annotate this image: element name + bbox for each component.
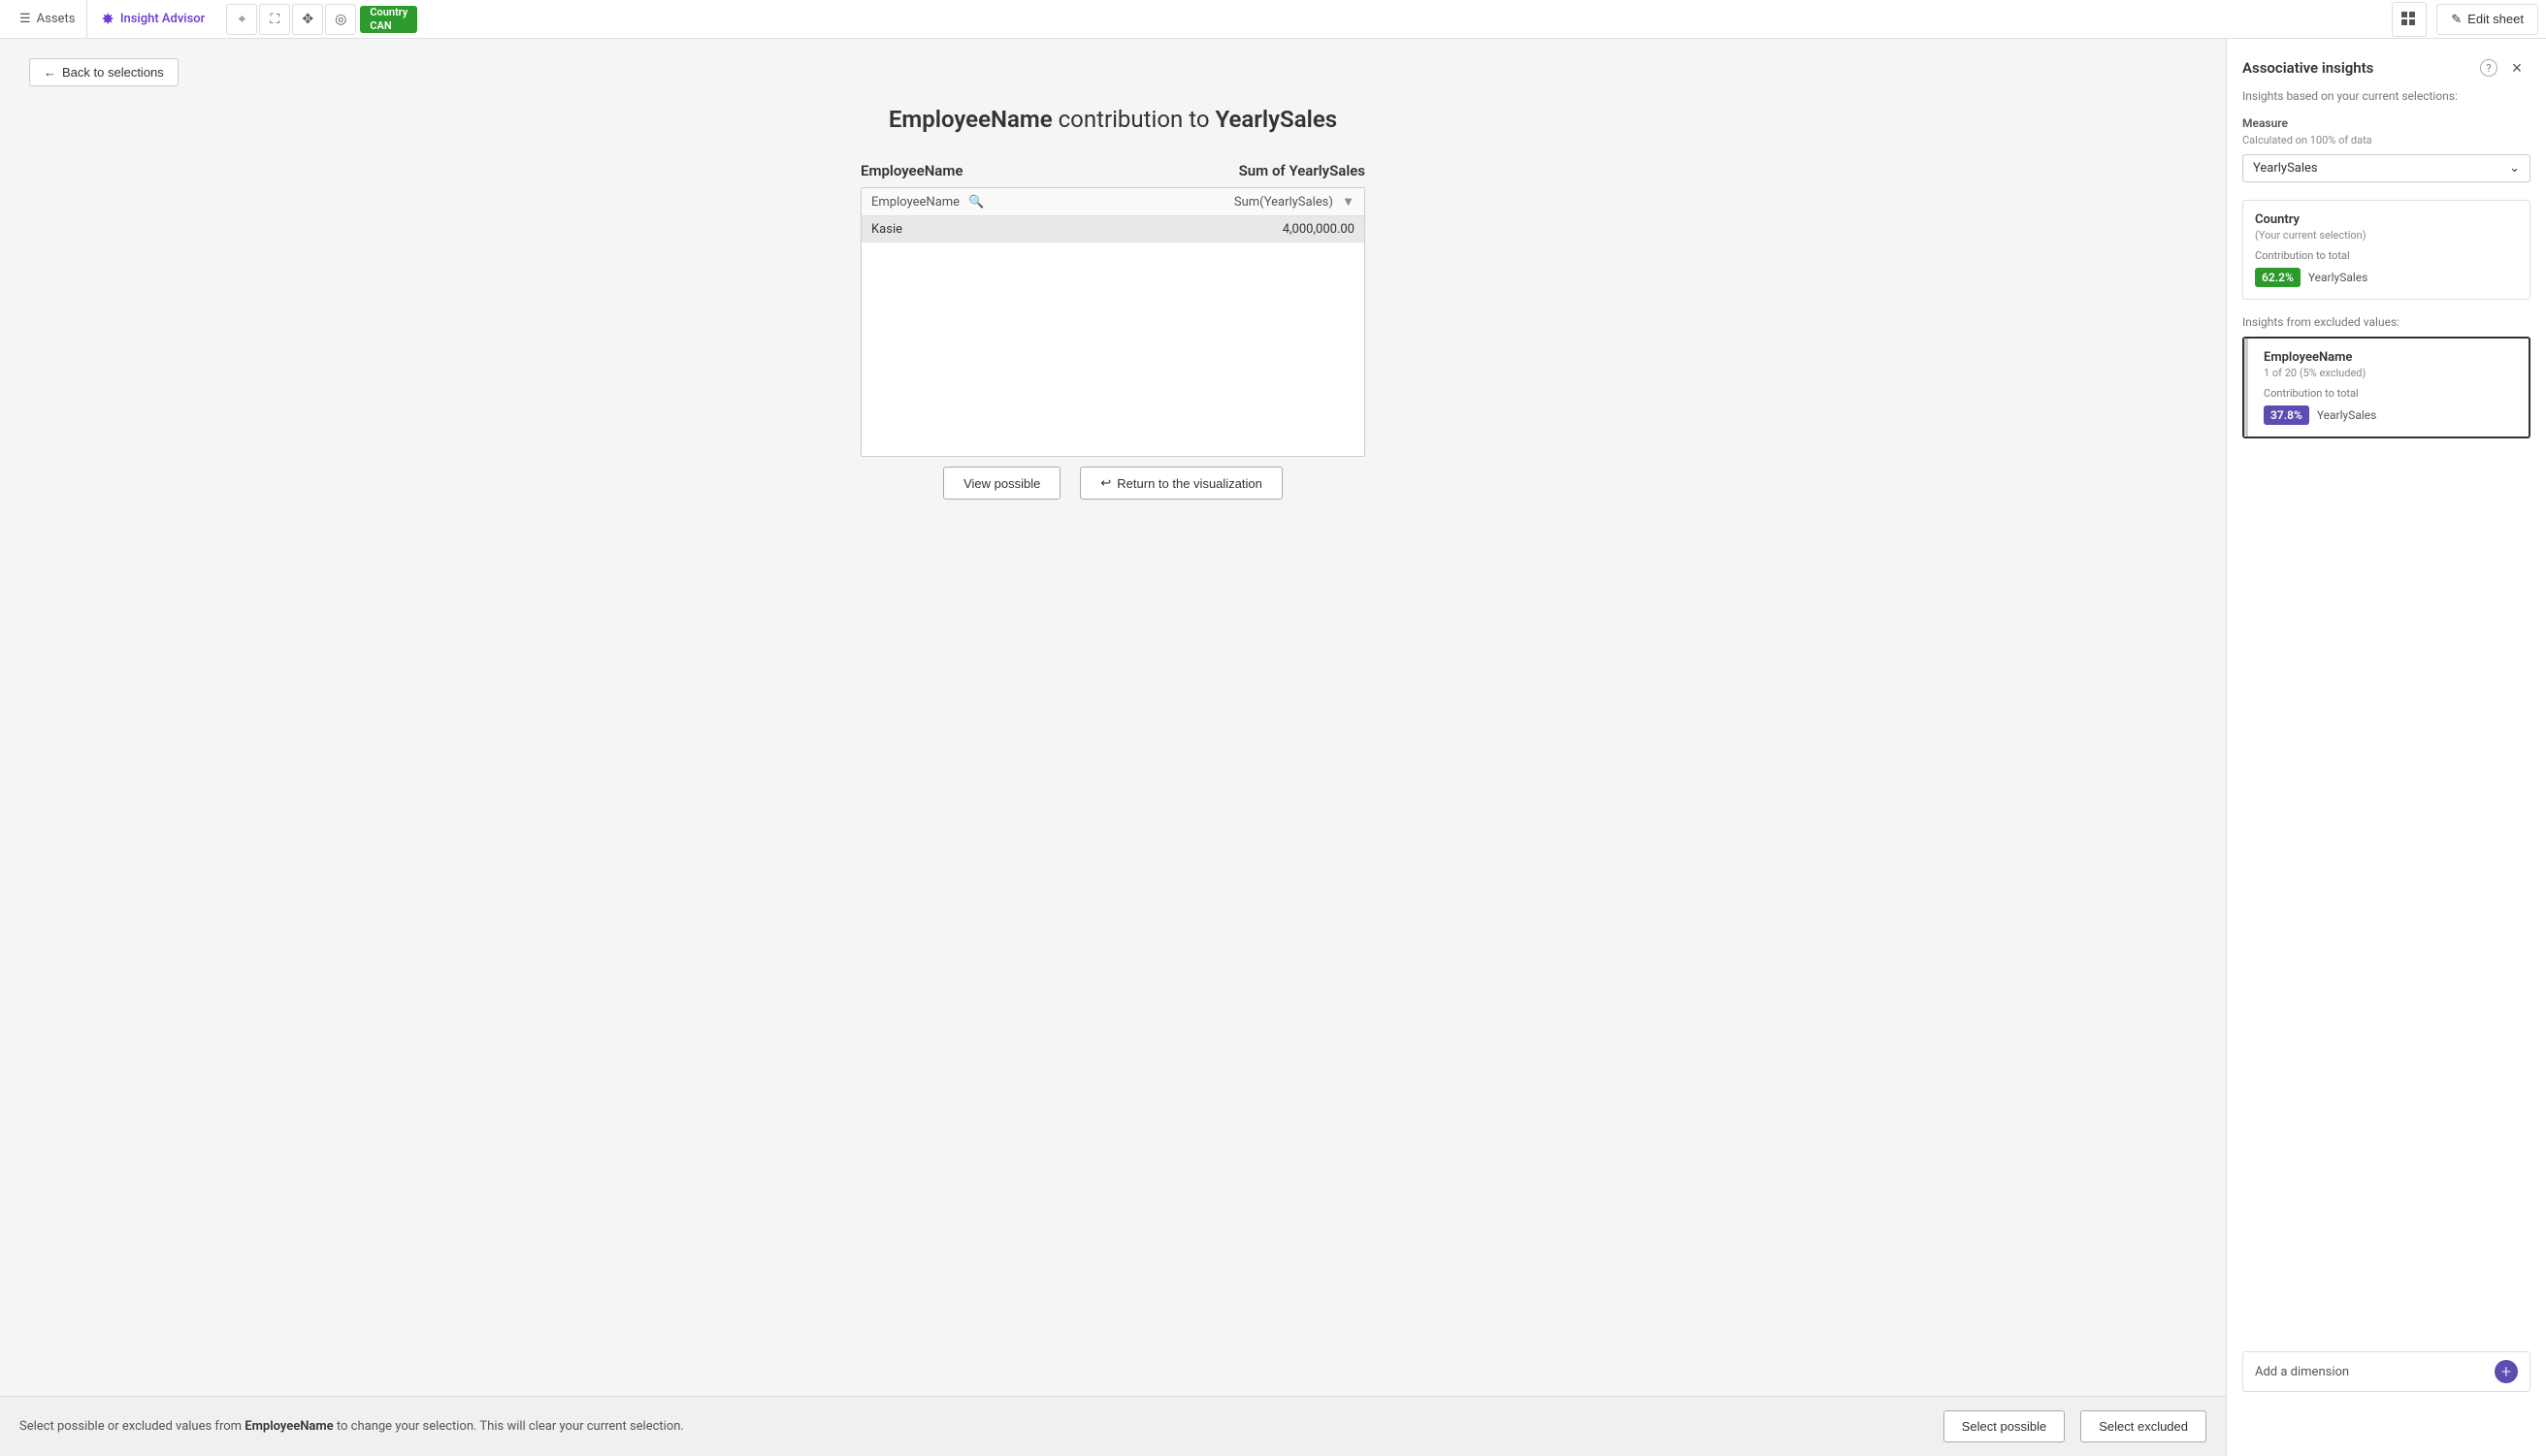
table-header-col2: Sum(YearlySales) ▼ [1234, 194, 1355, 210]
select-lasso-btn[interactable]: ⌖ [226, 4, 257, 35]
content-area: ← Back to selections EmployeeName contri… [0, 39, 2226, 1456]
title-field2: YearlySales [1215, 106, 1337, 133]
excluded-contribution-row: 37.8% YearlySales [2264, 405, 2517, 425]
edit-icon: ✎ [2451, 12, 2462, 27]
measure-sublabel: Calculated on 100% of data [2242, 134, 2530, 146]
chevron-down-icon: ⌄ [2509, 161, 2520, 176]
insight-icon: ✸ [101, 10, 114, 28]
title-middle: contribution to [1053, 106, 1216, 133]
back-arrow-icon: ← [44, 65, 56, 80]
help-icon[interactable]: ? [2480, 59, 2497, 77]
return-label: Return to the visualization [1117, 476, 1262, 491]
pill-value: CAN [370, 19, 408, 32]
toolbar-icons: ⌖ ⛶ ✥ ◎ [226, 4, 356, 35]
excluded-bar-indicator [2244, 339, 2248, 437]
pan-btn[interactable]: ✥ [292, 4, 323, 35]
table-header-row: EmployeeName 🔍 Sum(YearlySales) ▼ [862, 188, 1364, 216]
sidebar-title: Associative insights [2242, 59, 2373, 77]
measure-section-label: Measure [2242, 116, 2530, 130]
topbar: ☰ Assets ✸ Insight Advisor ⌖ ⛶ ✥ ◎ Count… [0, 0, 2546, 39]
select-excluded-btn[interactable]: Select excluded [2080, 1410, 2206, 1442]
assets-label: Assets [37, 12, 76, 26]
select-possible-label: Select possible [1962, 1419, 2046, 1434]
bottom-bar-text: Select possible or excluded values from … [19, 1419, 1928, 1434]
select-possible-btn[interactable]: Select possible [1943, 1410, 2065, 1442]
back-to-selections-btn[interactable]: ← Back to selections [29, 58, 179, 86]
return-arrow-icon: ↩ [1100, 475, 1111, 491]
insight-advisor-tab[interactable]: ✸ Insight Advisor [87, 0, 218, 39]
excluded-card-sub: 1 of 20 (5% excluded) [2264, 367, 2517, 379]
bottom-field-name: EmployeeName [245, 1419, 333, 1434]
current-selection-title: Country [2255, 212, 2518, 227]
sidebar-header: Associative insights ? × [2242, 54, 2530, 81]
action-buttons: View possible ↩ Return to the visualizat… [29, 467, 2197, 500]
grid-view-btn[interactable] [2392, 2, 2427, 37]
row-employee-name: Kasie [871, 222, 1283, 237]
edit-sheet-btn[interactable]: ✎ Edit sheet [2436, 4, 2538, 35]
circle-select-btn[interactable]: ◎ [325, 4, 356, 35]
assets-tab[interactable]: ☰ Assets [8, 0, 87, 39]
contribution-label: Contribution to total [2255, 249, 2518, 262]
header-col2-text: Sum(YearlySales) [1234, 195, 1333, 210]
select-excluded-label: Select excluded [2099, 1419, 2188, 1434]
excluded-contribution-label: Contribution to total [2264, 387, 2517, 400]
back-btn-label: Back to selections [62, 65, 164, 80]
bottom-bar: Select possible or excluded values from … [0, 1396, 2226, 1456]
column-headers: EmployeeName Sum of YearlySales [29, 162, 2197, 179]
current-selection-sub: (Your current selection) [2255, 229, 2518, 242]
zoom-btn[interactable]: ⛶ [259, 4, 290, 35]
bottom-text-suffix: to change your selection. This will clea… [334, 1419, 684, 1434]
view-possible-label: View possible [963, 476, 1040, 491]
page-title: EmployeeName contribution to YearlySales [29, 106, 2197, 133]
selection-pill[interactable]: Country CAN [360, 6, 417, 33]
green-badge: 62.2% [2255, 268, 2301, 287]
sidebar-subtitle: Insights based on your current selection… [2242, 89, 2530, 103]
return-visualization-btn[interactable]: ↩ Return to the visualization [1080, 467, 1283, 500]
excluded-card-title: EmployeeName [2264, 350, 2517, 365]
green-badge-field: YearlySales [2308, 271, 2368, 284]
assets-icon: ☰ [19, 12, 31, 26]
view-possible-btn[interactable]: View possible [943, 467, 1061, 500]
excluded-section-label: Insights from excluded values: [2242, 315, 2530, 329]
data-table: EmployeeName 🔍 Sum(YearlySales) ▼ Kasie … [861, 187, 1365, 457]
col-header-sales: Sum of YearlySales [1132, 162, 1365, 179]
purple-badge-field: YearlySales [2317, 408, 2377, 422]
measure-value: YearlySales [2253, 161, 2318, 176]
contribution-row: 62.2% YearlySales [2255, 268, 2518, 287]
search-icon[interactable]: 🔍 [968, 195, 984, 210]
sort-arrow-icon[interactable]: ▼ [1342, 195, 1355, 210]
current-selection-card: Country (Your current selection) Contrib… [2242, 200, 2530, 300]
table-row[interactable]: Kasie 4,000,000.00 [862, 216, 1364, 243]
add-dimension-label: Add a dimension [2255, 1365, 2349, 1379]
add-dimension-btn[interactable]: Add a dimension + [2242, 1351, 2530, 1392]
add-dimension-plus-icon: + [2495, 1360, 2518, 1383]
title-field1: EmployeeName [889, 106, 1053, 133]
col-header-employee: EmployeeName [861, 162, 1132, 179]
purple-badge: 37.8% [2264, 405, 2309, 425]
row-sales-value: 4,000,000.00 [1283, 222, 1355, 237]
pill-country: Country [370, 6, 408, 18]
insight-advisor-label: Insight Advisor [120, 12, 205, 26]
topbar-right: ✎ Edit sheet [2392, 2, 2538, 37]
header-col1-text: EmployeeName [871, 195, 960, 210]
sidebar-close-btn[interactable]: × [2503, 54, 2530, 81]
edit-sheet-label: Edit sheet [2467, 12, 2524, 26]
bottom-text-prefix: Select possible or excluded values from [19, 1419, 245, 1434]
table-empty-area [862, 243, 1364, 456]
measure-dropdown[interactable]: YearlySales ⌄ [2242, 154, 2530, 182]
main-layout: ← Back to selections EmployeeName contri… [0, 39, 2546, 1456]
excluded-card[interactable]: EmployeeName 1 of 20 (5% excluded) Contr… [2242, 337, 2530, 438]
sidebar: Associative insights ? × Insights based … [2226, 39, 2546, 1456]
table-header-col1: EmployeeName 🔍 [871, 195, 1234, 210]
